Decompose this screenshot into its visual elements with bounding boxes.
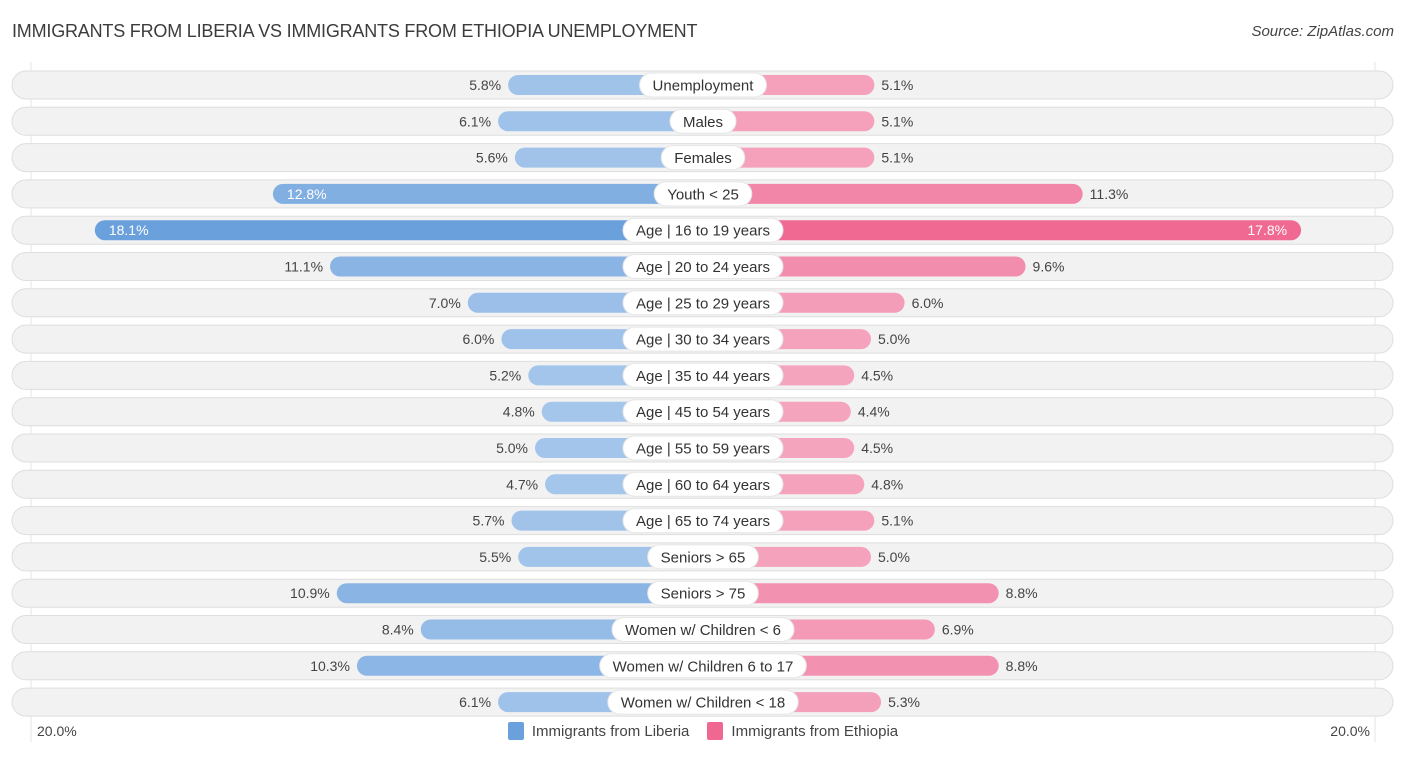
chart-area: 5.8% 5.1% Unemployment 6.1% 5.1% Males 5.6% 5.1… xyxy=(11,62,1394,742)
value-label-liberia: 5.5% xyxy=(479,549,511,565)
legend-label-ethiopia: Immigrants from Ethiopia xyxy=(731,722,899,740)
category-label: Age | 35 to 44 years xyxy=(636,368,770,385)
value-label-liberia: 5.6% xyxy=(476,150,508,166)
value-label-ethiopia: 5.1% xyxy=(881,150,913,166)
legend-swatch-liberia xyxy=(507,722,524,740)
value-label-liberia: 5.8% xyxy=(469,77,501,93)
legend: Immigrants from Liberia Immigrants from … xyxy=(0,722,1406,740)
category-label: Females xyxy=(674,150,732,167)
category-label: Youth < 25 xyxy=(667,186,739,203)
value-label-ethiopia: 6.0% xyxy=(912,295,944,311)
value-label-ethiopia: 5.1% xyxy=(881,513,913,529)
bar-liberia xyxy=(94,220,714,241)
category-label: Age | 65 to 74 years xyxy=(636,513,770,530)
category-label: Women w/ Children 6 to 17 xyxy=(613,658,794,675)
legend-label-liberia: Immigrants from Liberia xyxy=(531,722,690,740)
value-label-liberia: 4.7% xyxy=(506,476,538,492)
value-label-liberia: 11.1% xyxy=(284,259,323,275)
category-label: Age | 55 to 59 years xyxy=(636,441,770,458)
value-label-liberia: 18.1% xyxy=(109,222,149,238)
value-label-ethiopia: 9.6% xyxy=(1033,259,1065,275)
category-label: Women w/ Children < 18 xyxy=(621,695,785,712)
value-label-ethiopia: 4.4% xyxy=(858,404,890,420)
category-label: Age | 20 to 24 years xyxy=(636,259,770,276)
value-label-liberia: 5.0% xyxy=(496,440,528,456)
value-label-liberia: 12.8% xyxy=(287,186,327,202)
bar-ethiopia xyxy=(693,220,1302,241)
legend-item-ethiopia[interactable]: Immigrants from Ethiopia xyxy=(707,722,898,740)
value-label-liberia: 6.0% xyxy=(462,331,494,347)
legend-item-liberia[interactable]: Immigrants from Liberia xyxy=(507,722,690,740)
value-label-ethiopia: 17.8% xyxy=(1247,222,1287,238)
value-label-ethiopia: 5.1% xyxy=(881,77,913,93)
value-label-ethiopia: 4.5% xyxy=(861,367,893,383)
category-label: Age | 25 to 29 years xyxy=(636,295,770,312)
value-label-ethiopia: 6.9% xyxy=(942,622,974,638)
value-label-liberia: 7.0% xyxy=(429,295,461,311)
category-label: Unemployment xyxy=(653,78,755,95)
bar-liberia xyxy=(272,183,713,204)
category-label: Age | 16 to 19 years xyxy=(636,223,770,240)
category-label: Age | 30 to 34 years xyxy=(636,332,770,349)
value-label-ethiopia: 5.0% xyxy=(878,331,910,347)
value-label-liberia: 6.1% xyxy=(459,113,491,129)
category-label: Males xyxy=(683,114,723,131)
category-label: Age | 45 to 54 years xyxy=(636,404,770,421)
value-label-ethiopia: 8.8% xyxy=(1006,658,1038,674)
value-label-ethiopia: 4.8% xyxy=(871,476,903,492)
value-label-ethiopia: 5.1% xyxy=(881,113,913,129)
value-label-ethiopia: 4.5% xyxy=(861,440,893,456)
value-label-liberia: 5.2% xyxy=(489,367,521,383)
legend-swatch-ethiopia xyxy=(707,722,724,740)
value-label-liberia: 6.1% xyxy=(459,694,491,710)
value-label-liberia: 5.7% xyxy=(473,513,505,529)
value-label-ethiopia: 11.3% xyxy=(1090,186,1129,202)
category-label: Seniors > 75 xyxy=(661,586,746,603)
value-label-liberia: 10.3% xyxy=(310,658,350,674)
value-label-liberia: 8.4% xyxy=(382,622,414,638)
category-label: Age | 60 to 64 years xyxy=(636,477,770,494)
value-label-liberia: 10.9% xyxy=(290,585,330,601)
category-label: Seniors > 65 xyxy=(661,549,746,566)
value-label-ethiopia: 8.8% xyxy=(1006,585,1038,601)
category-label: Women w/ Children < 6 xyxy=(625,622,781,639)
value-label-ethiopia: 5.0% xyxy=(878,549,910,565)
value-label-ethiopia: 5.3% xyxy=(888,694,920,710)
value-label-liberia: 4.8% xyxy=(503,404,535,420)
